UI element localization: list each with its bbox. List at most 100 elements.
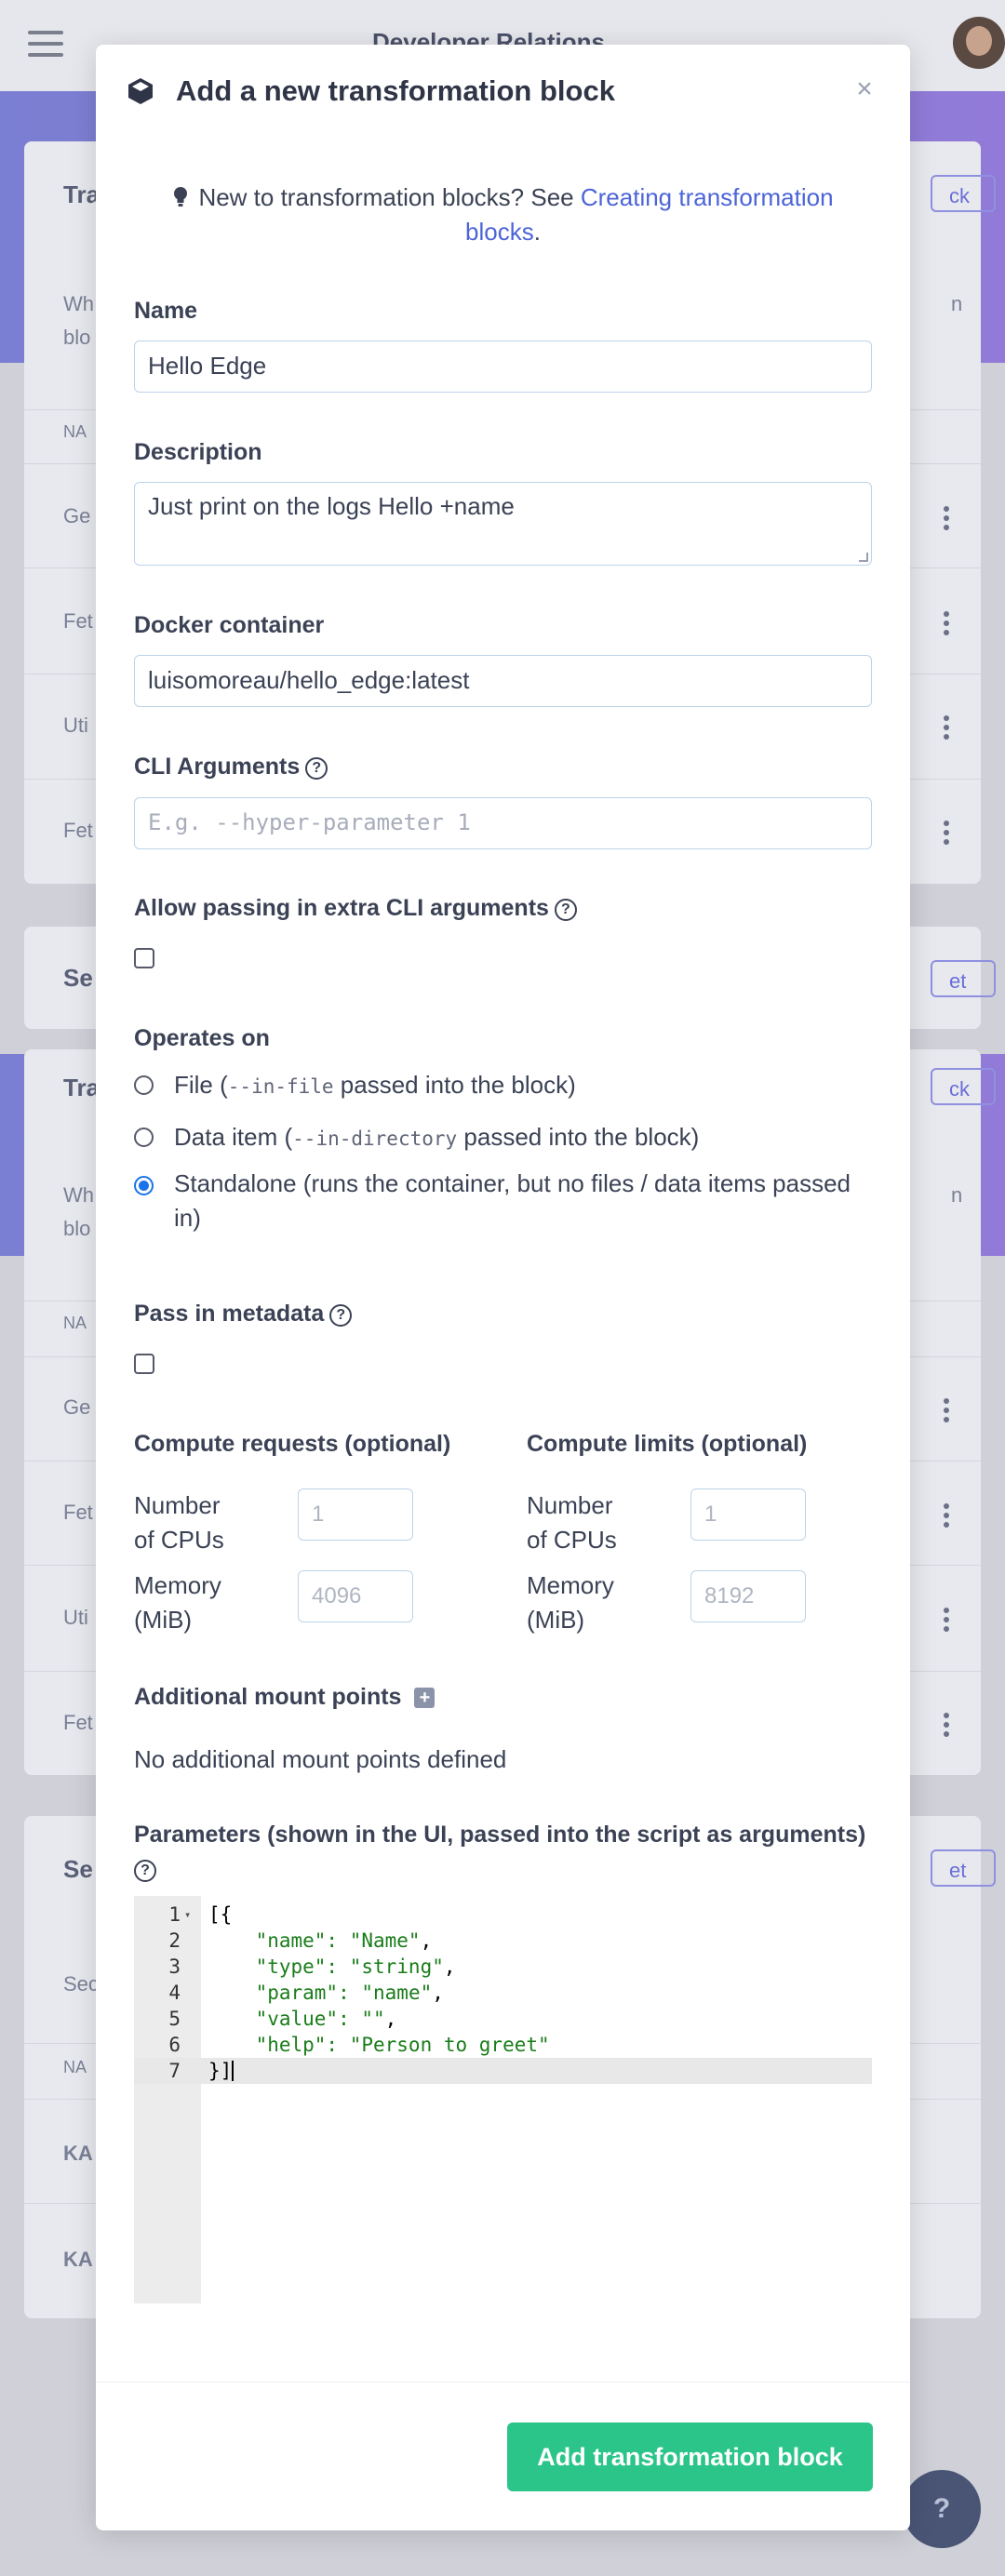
code-line[interactable]: 5 "value": "", — [134, 2006, 872, 2032]
card-action-button[interactable]: et — [931, 960, 996, 997]
lim-cpus-input[interactable]: 1 — [690, 1488, 806, 1541]
resize-handle[interactable] — [859, 553, 868, 562]
table-row: Fet — [63, 1711, 93, 1734]
card-text: blo — [63, 1217, 91, 1240]
card-text: Wh — [63, 1183, 94, 1207]
line-number: 3 — [168, 1955, 181, 1978]
req-cpus-label: Number of CPUs — [134, 1488, 224, 1557]
cube-icon — [128, 78, 153, 104]
avatar[interactable] — [953, 17, 1005, 69]
code-line[interactable]: 4 "param": "name", — [134, 1980, 872, 2006]
operates-standalone-radio[interactable] — [134, 1176, 154, 1195]
operates-data-item-radio[interactable] — [134, 1128, 154, 1147]
dialog-title: Add a new transformation block — [176, 74, 615, 107]
table-row: Uti — [63, 1606, 88, 1629]
compute-requests-label: Compute requests (optional) — [134, 1431, 451, 1457]
more-menu-icon[interactable] — [944, 506, 951, 534]
more-menu-icon[interactable] — [944, 1608, 951, 1635]
more-menu-icon[interactable] — [944, 1503, 951, 1531]
description-textarea[interactable]: Just print on the logs Hello +name — [134, 482, 872, 566]
info-suffix: . — [533, 218, 541, 246]
memory-text: Memory — [134, 1571, 221, 1599]
compute-limits-label: Compute limits (optional) — [527, 1431, 808, 1457]
card-heading: Se — [63, 1855, 93, 1883]
code-line[interactable]: 7}] — [134, 2058, 872, 2084]
more-menu-icon[interactable] — [944, 611, 951, 639]
extra-cli-checkbox[interactable] — [134, 948, 154, 968]
lim-memory-label: Memory (MiB) — [527, 1568, 614, 1637]
op-file-text-2: passed into the block) — [333, 1071, 576, 1099]
table-header: NA — [63, 1314, 87, 1332]
info-text: New to transformation blocks? See — [198, 183, 581, 211]
cli-arguments-label: CLI Arguments? — [134, 754, 328, 781]
docker-container-label: Docker container — [134, 612, 325, 638]
cpus-text: Number — [134, 1491, 221, 1519]
name-input[interactable]: Hello Edge — [134, 340, 872, 393]
more-menu-icon[interactable] — [944, 821, 951, 848]
card-text-right: n — [951, 1183, 963, 1207]
code-text: "value": "", — [208, 2008, 397, 2030]
card-action-button[interactable]: ck — [931, 1068, 996, 1105]
card-action-button[interactable]: ck — [931, 175, 996, 212]
card-heading: Tra — [63, 1074, 100, 1101]
close-icon[interactable]: × — [848, 73, 881, 106]
parameters-label-text: Parameters (shown in the UI, passed into… — [134, 1822, 866, 1848]
lim-memory-input[interactable]: 8192 — [690, 1570, 806, 1622]
docker-container-input[interactable]: luisomoreau/hello_edge:latest — [134, 655, 872, 707]
cli-arguments-input[interactable]: E.g. --hyper-parameter 1 — [134, 797, 872, 849]
card-action-button[interactable]: et — [931, 1849, 996, 1887]
cpus-text: Number — [527, 1491, 613, 1519]
more-menu-icon[interactable] — [944, 1398, 951, 1426]
metadata-checkbox[interactable] — [134, 1354, 154, 1374]
op-data-text: Data item ( — [174, 1123, 293, 1151]
metadata-label: Pass in metadata? — [134, 1301, 353, 1328]
add-mount-point-icon[interactable]: + — [414, 1688, 436, 1708]
description-value: Just print on the logs Hello +name — [148, 492, 515, 520]
more-menu-icon[interactable] — [944, 1713, 951, 1741]
help-circle-icon[interactable]: ? — [305, 757, 328, 780]
table-row: KA — [63, 2248, 93, 2271]
code-line[interactable]: 1 ▾ [{ — [134, 1902, 872, 1928]
cpus-text-2: of CPUs — [527, 1526, 617, 1554]
table-row: Fet — [63, 609, 93, 633]
operates-on-label: Operates on — [134, 1025, 270, 1051]
add-transformation-block-button[interactable]: Add transformation block — [507, 2423, 873, 2491]
operates-file-radio[interactable] — [134, 1075, 154, 1095]
table-row: Fet — [63, 1501, 93, 1524]
mount-points-label-text: Additional mount points — [134, 1684, 402, 1710]
req-cpus-input[interactable]: 1 — [298, 1488, 413, 1541]
code-line[interactable]: 3 "type": "string", — [134, 1954, 872, 1980]
op-data-code: --in-directory — [292, 1128, 458, 1150]
parameters-code-editor[interactable]: 1 ▾[{2 "name": "Name", 3 "type": "string",… — [134, 1896, 872, 2303]
fold-arrow-icon[interactable]: ▾ — [184, 1902, 191, 1928]
card-text: Wh — [63, 292, 94, 315]
more-menu-icon[interactable] — [944, 715, 951, 743]
parameters-label: Parameters (shown in the UI, passed into… — [134, 1818, 874, 1887]
table-header: NA — [63, 422, 87, 441]
code-text: "help": "Person to greet" — [208, 2034, 550, 2056]
op-file-code: --in-file — [227, 1075, 334, 1098]
table-row: Ge — [63, 1395, 91, 1419]
cpus-text-2: of CPUs — [134, 1526, 224, 1554]
code-text: "type": "string", — [208, 1955, 456, 1978]
operates-data-item-label: Data item (--in-directory passed into th… — [174, 1120, 699, 1156]
cli-arguments-label-text: CLI Arguments — [134, 754, 301, 780]
help-circle-icon[interactable]: ? — [554, 899, 577, 921]
code-text: "name": "Name", — [208, 1929, 433, 1952]
mount-points-label: Additional mount points + — [134, 1684, 436, 1711]
table-header: NA — [63, 2058, 87, 2076]
code-line[interactable]: 2 "name": "Name", — [134, 1928, 872, 1954]
dialog-header: Add a new transformation block × — [96, 45, 910, 138]
table-row: Ge — [63, 504, 91, 527]
req-memory-label: Memory (MiB) — [134, 1568, 221, 1637]
memory-text-2: (MiB) — [527, 1606, 585, 1634]
help-button[interactable]: ? — [903, 2470, 981, 2548]
req-memory-input[interactable]: 4096 — [298, 1570, 413, 1622]
card-text: Sec — [63, 1972, 99, 1995]
code-line[interactable]: 6 "help": "Person to greet" — [134, 2032, 872, 2058]
hamburger-menu-icon[interactable] — [28, 31, 63, 59]
help-circle-icon[interactable]: ? — [134, 1860, 156, 1882]
card-text: blo — [63, 326, 91, 349]
code-text: [{ — [208, 1903, 233, 1926]
help-circle-icon[interactable]: ? — [329, 1304, 353, 1327]
